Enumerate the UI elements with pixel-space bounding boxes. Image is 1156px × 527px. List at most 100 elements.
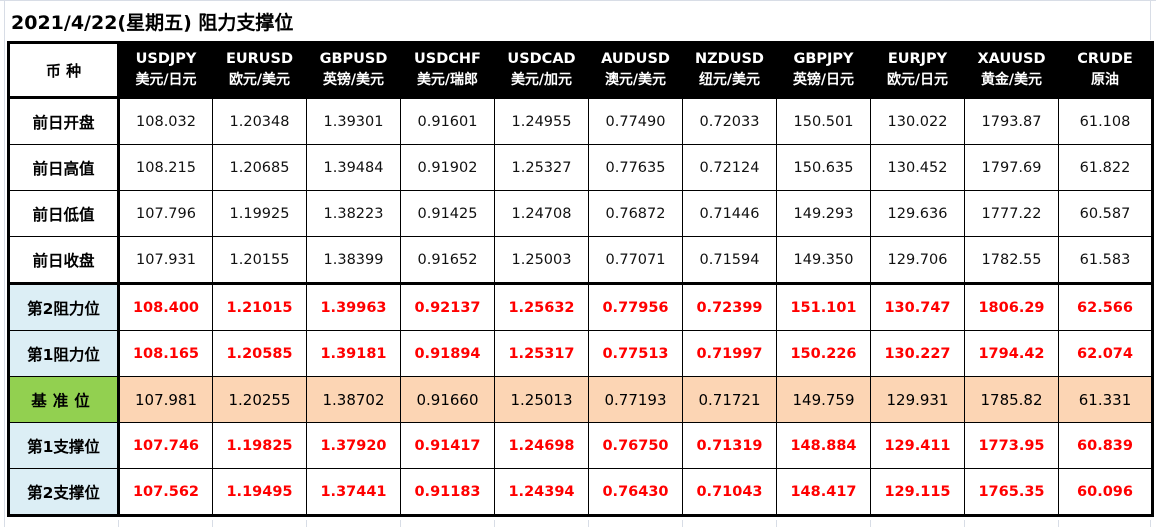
cell-usdjpy[interactable]: 107.931 [118,236,213,285]
cell-nzdusd[interactable]: 0.72399 [682,283,777,331]
cell-usdjpy[interactable]: 107.562 [118,468,213,516]
cell-audusd[interactable]: 0.77513 [588,330,683,377]
cell-usdjpy[interactable]: 108.032 [118,97,213,145]
cell-eurjpy[interactable]: 129.115 [870,468,965,516]
cell-usdchf[interactable]: 0.91601 [400,97,495,145]
cell-gbpjpy[interactable]: 148.417 [776,468,871,516]
cell-gbpjpy[interactable]: 150.635 [776,144,871,191]
cell-audusd[interactable]: 0.76430 [588,468,683,516]
cell-usdcad[interactable]: 1.25632 [494,283,589,331]
instrument-code: GBPJPY [793,51,854,67]
cell-eurjpy[interactable]: 130.452 [870,144,965,191]
cell-eurjpy[interactable]: 130.227 [870,330,965,377]
cell-usdjpy[interactable]: 107.796 [118,190,213,237]
cell-usdcad[interactable]: 1.24394 [494,468,589,516]
cell-eurusd[interactable]: 1.19495 [212,468,307,516]
cell-xauusd[interactable]: 1765.35 [964,468,1059,516]
cell-gbpusd[interactable]: 1.37441 [306,468,401,516]
cell-usdchf[interactable]: 0.91417 [400,422,495,469]
cell-usdchf[interactable]: 0.91894 [400,330,495,377]
cell-xauusd[interactable]: 1794.42 [964,330,1059,377]
cell-gbpjpy[interactable]: 149.350 [776,236,871,285]
cell-nzdusd[interactable]: 0.72033 [682,97,777,145]
cell-nzdusd[interactable]: 0.71043 [682,468,777,516]
cell-audusd[interactable]: 0.76750 [588,422,683,469]
cell-eurjpy[interactable]: 129.706 [870,236,965,285]
cell-usdchf[interactable]: 0.91660 [400,376,495,423]
cell-crude[interactable]: 61.108 [1058,97,1153,145]
cell-nzdusd[interactable]: 0.71594 [682,236,777,285]
cell-eurjpy[interactable]: 129.931 [870,376,965,423]
cell-gbpjpy[interactable]: 148.884 [776,422,871,469]
cell-gbpjpy[interactable]: 151.101 [776,283,871,331]
cell-eurusd[interactable]: 1.20255 [212,376,307,423]
cell-gbpusd[interactable]: 1.38702 [306,376,401,423]
cell-usdjpy[interactable]: 108.215 [118,144,213,191]
cell-audusd[interactable]: 0.76872 [588,190,683,237]
cell-usdcad[interactable]: 1.24955 [494,97,589,145]
cell-xauusd[interactable]: 1797.69 [964,144,1059,191]
cell-xauusd[interactable]: 1806.29 [964,283,1059,331]
cell-crude[interactable]: 60.839 [1058,422,1153,469]
cell-usdchf[interactable]: 0.91902 [400,144,495,191]
cell-gbpjpy[interactable]: 149.293 [776,190,871,237]
cell-gbpjpy[interactable]: 149.759 [776,376,871,423]
cell-eurusd[interactable]: 1.20155 [212,236,307,285]
cell-gbpusd[interactable]: 1.38223 [306,190,401,237]
cell-xauusd[interactable]: 1773.95 [964,422,1059,469]
cell-xauusd[interactable]: 1793.87 [964,97,1059,145]
cell-nzdusd[interactable]: 0.71721 [682,376,777,423]
cell-gbpjpy[interactable]: 150.226 [776,330,871,377]
cell-crude[interactable]: 62.074 [1058,330,1153,377]
cell-eurusd[interactable]: 1.21015 [212,283,307,331]
cell-audusd[interactable]: 0.77635 [588,144,683,191]
cell-usdchf[interactable]: 0.92137 [400,283,495,331]
cell-xauusd[interactable]: 1785.82 [964,376,1059,423]
cell-gbpusd[interactable]: 1.39484 [306,144,401,191]
cell-nzdusd[interactable]: 0.71446 [682,190,777,237]
cell-gbpjpy[interactable]: 150.501 [776,97,871,145]
cell-eurjpy[interactable]: 130.022 [870,97,965,145]
cell-xauusd[interactable]: 1777.22 [964,190,1059,237]
cell-eurusd[interactable]: 1.20685 [212,144,307,191]
cell-usdchf[interactable]: 0.91652 [400,236,495,285]
cell-eurusd[interactable]: 1.20348 [212,97,307,145]
cell-eurusd[interactable]: 1.19925 [212,190,307,237]
cell-gbpusd[interactable]: 1.39963 [306,283,401,331]
cell-audusd[interactable]: 0.77193 [588,376,683,423]
cell-usdchf[interactable]: 0.91183 [400,468,495,516]
cell-nzdusd[interactable]: 0.72124 [682,144,777,191]
cell-eurjpy[interactable]: 129.636 [870,190,965,237]
cell-eurjpy[interactable]: 130.747 [870,283,965,331]
cell-eurjpy[interactable]: 129.411 [870,422,965,469]
cell-usdcad[interactable]: 1.25327 [494,144,589,191]
cell-crude[interactable]: 60.587 [1058,190,1153,237]
cell-gbpusd[interactable]: 1.37920 [306,422,401,469]
cell-eurusd[interactable]: 1.19825 [212,422,307,469]
cell-gbpusd[interactable]: 1.38399 [306,236,401,285]
cell-usdcad[interactable]: 1.25003 [494,236,589,285]
cell-usdcad[interactable]: 1.24698 [494,422,589,469]
cell-nzdusd[interactable]: 0.71319 [682,422,777,469]
cell-gbpusd[interactable]: 1.39301 [306,97,401,145]
cell-crude[interactable]: 60.096 [1058,468,1153,516]
cell-crude[interactable]: 61.331 [1058,376,1153,423]
cell-usdcad[interactable]: 1.25013 [494,376,589,423]
cell-usdjpy[interactable]: 108.400 [118,283,213,331]
cell-crude[interactable]: 62.566 [1058,283,1153,331]
cell-usdjpy[interactable]: 108.165 [118,330,213,377]
cell-usdcad[interactable]: 1.24708 [494,190,589,237]
cell-usdjpy[interactable]: 107.746 [118,422,213,469]
cell-gbpusd[interactable]: 1.39181 [306,330,401,377]
cell-usdjpy[interactable]: 107.981 [118,376,213,423]
cell-audusd[interactable]: 0.77071 [588,236,683,285]
cell-crude[interactable]: 61.822 [1058,144,1153,191]
cell-audusd[interactable]: 0.77490 [588,97,683,145]
cell-eurusd[interactable]: 1.20585 [212,330,307,377]
cell-crude[interactable]: 61.583 [1058,236,1153,285]
cell-usdcad[interactable]: 1.25317 [494,330,589,377]
cell-usdchf[interactable]: 0.91425 [400,190,495,237]
cell-xauusd[interactable]: 1782.55 [964,236,1059,285]
cell-nzdusd[interactable]: 0.71997 [682,330,777,377]
cell-audusd[interactable]: 0.77956 [588,283,683,331]
